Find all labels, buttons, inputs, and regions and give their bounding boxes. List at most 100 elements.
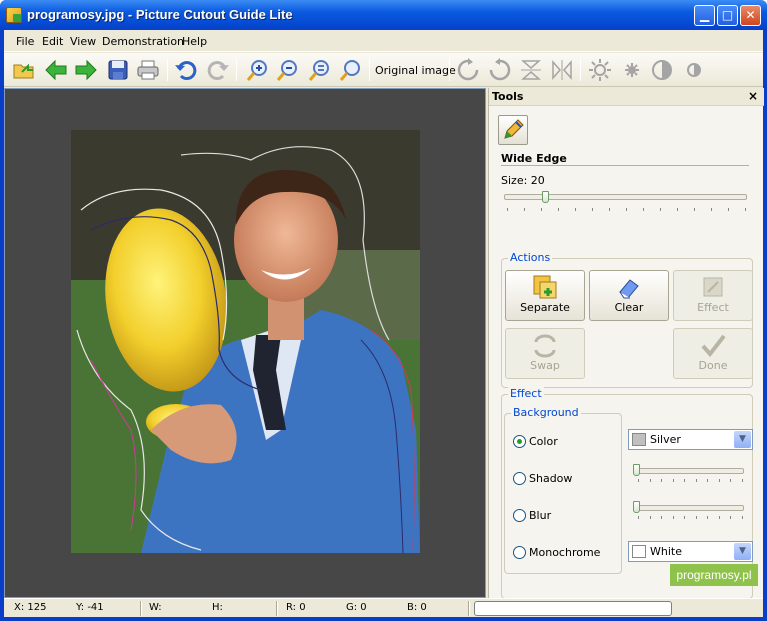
slider-tick: [718, 479, 720, 482]
save-disk-icon[interactable]: [106, 58, 130, 82]
color-select[interactable]: Silver ▼: [628, 429, 753, 450]
toolbar-separator: [236, 59, 237, 81]
close-button[interactable]: ✕: [740, 5, 761, 26]
print-icon[interactable]: [136, 58, 160, 82]
blur-radio[interactable]: [513, 509, 526, 522]
maximize-button[interactable]: □: [717, 5, 738, 26]
shadow-radio-label[interactable]: Shadow: [529, 472, 572, 485]
status-g: G: 0: [346, 602, 367, 613]
size-slider-track[interactable]: [504, 194, 747, 200]
shadow-slider-thumb[interactable]: [633, 464, 640, 476]
app-icon[interactable]: [6, 7, 22, 23]
contrast-up-icon[interactable]: [650, 58, 674, 82]
title-bar[interactable]: programosy.jpg - Picture Cutout Guide Li…: [0, 0, 767, 30]
zoom-fit-icon[interactable]: [308, 58, 332, 82]
open-folder-icon[interactable]: [12, 58, 36, 82]
color-swatch: [632, 433, 646, 446]
shadow-slider-track[interactable]: [635, 468, 744, 474]
done-button-label: Done: [698, 359, 728, 372]
swap-button[interactable]: Swap: [505, 328, 585, 379]
image-canvas[interactable]: [4, 88, 486, 598]
brightness-up-icon[interactable]: [588, 58, 612, 82]
slider-tick: [524, 208, 525, 211]
status-r: R: 0: [286, 602, 306, 613]
done-button[interactable]: Done: [673, 328, 753, 379]
chevron-down-icon[interactable]: ▼: [734, 543, 751, 560]
separate-button-label: Separate: [520, 301, 570, 314]
status-separator: [276, 601, 278, 616]
clear-button-label: Clear: [614, 301, 644, 314]
tool-divider: [501, 165, 749, 166]
rotate-left-icon[interactable]: [488, 58, 512, 82]
color-radio-label[interactable]: Color: [529, 435, 558, 448]
original-image-button[interactable]: Original image: [375, 64, 456, 77]
flip-horizontal-icon[interactable]: [550, 58, 574, 82]
menu-file[interactable]: File: [16, 35, 34, 48]
brightness-down-icon[interactable]: [620, 58, 644, 82]
maximize-icon: □: [721, 8, 734, 22]
minimize-button[interactable]: ▁: [694, 5, 715, 26]
minimize-icon: ▁: [699, 8, 710, 22]
monochrome-radio[interactable]: [513, 546, 526, 559]
slider-tick: [592, 208, 593, 211]
undo-icon[interactable]: [174, 58, 198, 82]
photo-image[interactable]: [71, 130, 420, 553]
slider-tick: [649, 479, 651, 482]
toolbar-separator: [580, 59, 581, 81]
blur-slider-track[interactable]: [635, 505, 744, 511]
flip-vertical-icon[interactable]: [519, 58, 543, 82]
menu-view[interactable]: View: [70, 35, 96, 48]
slider-tick: [661, 479, 663, 482]
size-label: Size: 20: [501, 174, 545, 187]
brand-watermark: programosy.pl: [670, 564, 758, 586]
color-radio[interactable]: [513, 435, 526, 448]
slider-tick: [660, 208, 661, 211]
blur-radio-label[interactable]: Blur: [529, 509, 551, 522]
wide-edge-tool-button[interactable]: [498, 115, 528, 145]
zoom-in-icon[interactable]: [246, 58, 270, 82]
menu-edit[interactable]: Edit: [42, 35, 63, 48]
blur-slider-thumb[interactable]: [633, 501, 640, 513]
monochrome-radio-label[interactable]: Monochrome: [529, 546, 600, 559]
chevron-down-icon[interactable]: ▼: [734, 431, 751, 448]
menu-help[interactable]: Help: [182, 35, 207, 48]
pencil-icon: [504, 119, 524, 139]
slider-tick: [711, 208, 712, 211]
forward-arrow-icon[interactable]: [74, 58, 98, 82]
zoom-actual-icon[interactable]: [339, 58, 363, 82]
size-slider-ticks: [507, 208, 746, 212]
slider-tick: [695, 479, 697, 482]
slider-tick: [728, 208, 729, 211]
clear-button[interactable]: Clear: [589, 270, 669, 321]
contrast-down-icon[interactable]: [682, 58, 706, 82]
actions-group: Actions Separate Clear Effect Swap Done: [501, 251, 753, 388]
toolbar-separator: [167, 59, 168, 81]
slider-tick: [745, 208, 746, 211]
size-slider-thumb[interactable]: [542, 191, 550, 203]
slider-tick: [541, 208, 542, 211]
background-group: Background Color Shadow Blur Monochrome: [504, 406, 622, 574]
redo-icon[interactable]: [206, 58, 230, 82]
slider-tick: [742, 479, 743, 482]
menu-demonstration[interactable]: Demonstration: [102, 35, 184, 48]
toolbar-separator: [369, 59, 370, 81]
separate-button[interactable]: Separate: [505, 270, 585, 321]
zoom-out-icon[interactable]: [276, 58, 300, 82]
photo-drawing: [71, 130, 420, 553]
monochrome-select-value: White: [650, 545, 682, 558]
status-y: Y: -41: [76, 602, 104, 613]
slider-tick: [684, 479, 686, 482]
effect-button[interactable]: Effect: [673, 270, 753, 321]
tool-name: Wide Edge: [501, 152, 567, 165]
slider-tick: [718, 516, 720, 519]
tools-panel-close-button[interactable]: ×: [748, 89, 758, 103]
slider-tick: [672, 479, 674, 482]
effect-icon: [703, 277, 723, 297]
slider-tick: [672, 516, 674, 519]
rotate-right-icon[interactable]: [456, 58, 480, 82]
monochrome-select[interactable]: White ▼: [628, 541, 753, 562]
slider-tick: [638, 516, 639, 519]
slider-tick: [507, 208, 508, 211]
back-arrow-icon[interactable]: [44, 58, 68, 82]
shadow-radio[interactable]: [513, 472, 526, 485]
